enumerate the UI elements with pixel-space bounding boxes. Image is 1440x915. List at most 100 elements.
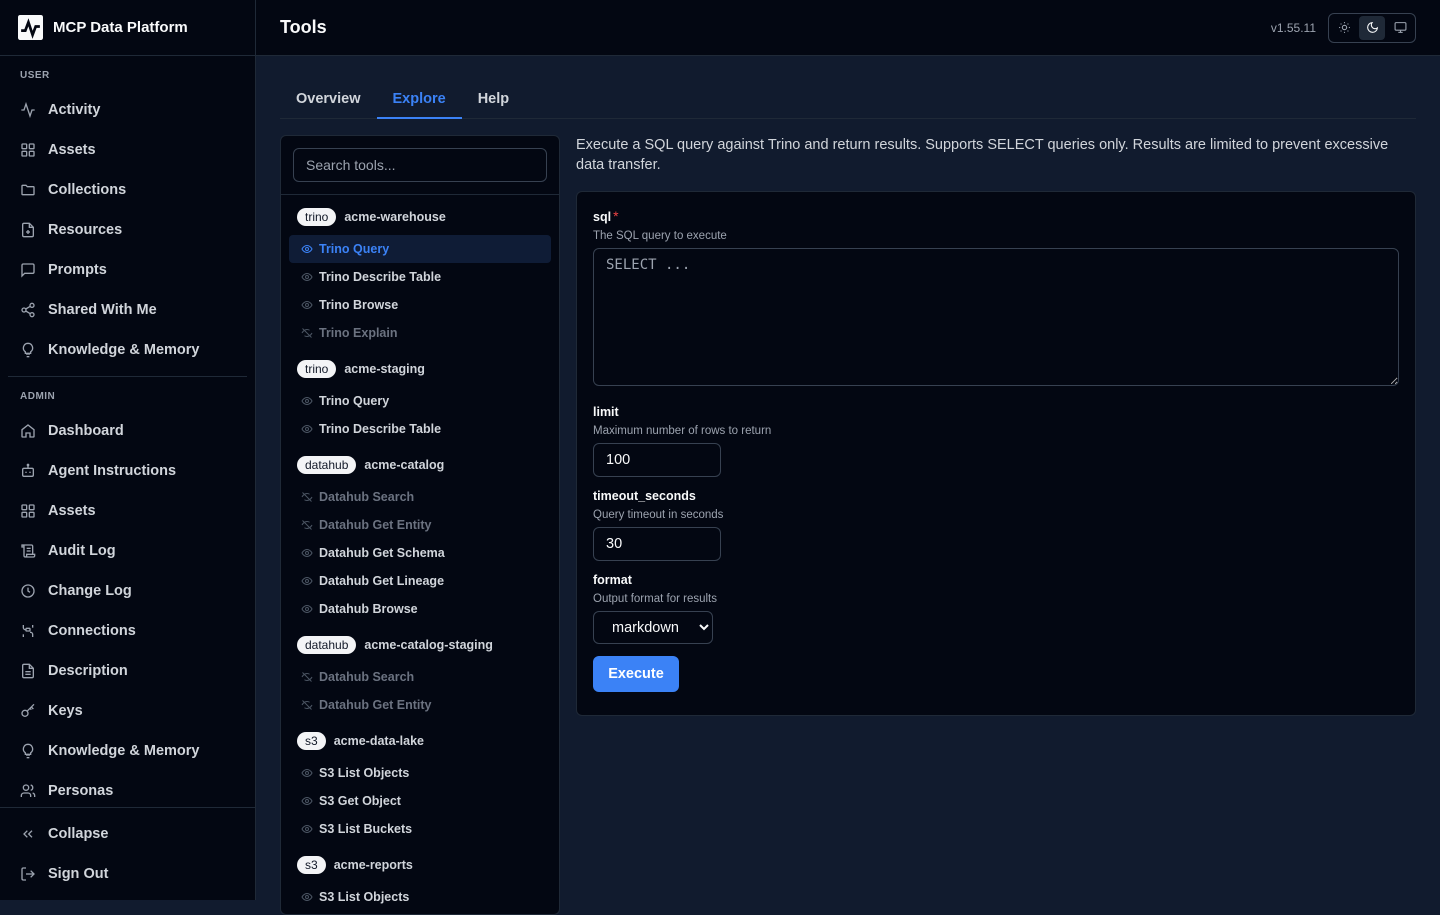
- sidebar-item-connections[interactable]: Connections: [0, 611, 255, 651]
- collapse-button[interactable]: Collapse: [0, 814, 255, 854]
- collapse-label: Collapse: [48, 826, 109, 842]
- sidebar-item-label: Description: [48, 663, 128, 679]
- timeout-label: timeout_seconds: [593, 489, 696, 503]
- sidebar-item-label: Knowledge & Memory: [48, 342, 200, 358]
- sidebar-item-collections[interactable]: Collections: [0, 170, 255, 210]
- message-icon: [21, 263, 35, 278]
- format-label: format: [593, 573, 632, 587]
- tool-item[interactable]: Trino Query: [289, 387, 551, 415]
- tool-item[interactable]: S3 Get Object: [289, 787, 551, 815]
- toolkit-name: acme-catalog-staging: [364, 638, 493, 652]
- sidebar-item-resources[interactable]: Resources: [0, 210, 255, 250]
- sidebar-item-label: Audit Log: [48, 543, 116, 559]
- tool-item[interactable]: S3 List Objects: [289, 883, 551, 911]
- toolkit-badge: trino: [297, 360, 337, 378]
- timeout-input[interactable]: [593, 527, 721, 561]
- sidebar-item-knowledge-memory[interactable]: Knowledge & Memory: [0, 330, 255, 370]
- tool-item-label: Trino Query: [319, 394, 390, 408]
- eye-off-icon: [301, 520, 313, 530]
- sidebar-item-agent-instructions[interactable]: Agent Instructions: [0, 451, 255, 491]
- sidebar-item-shared-with-me[interactable]: Shared With Me: [0, 290, 255, 330]
- tab-bar: Overview Explore Help: [280, 80, 1416, 119]
- sidebar-item-label: Agent Instructions: [48, 463, 177, 479]
- sidebar-item-description[interactable]: Description: [0, 651, 255, 691]
- sidebar-item-prompts[interactable]: Prompts: [0, 250, 255, 290]
- brand[interactable]: MCP Data Platform: [0, 0, 255, 56]
- sidebar-item-admin-knowledge-memory[interactable]: Knowledge & Memory: [0, 731, 255, 771]
- search-tools-input[interactable]: [293, 148, 547, 182]
- sidebar-item-label: Dashboard: [48, 423, 124, 439]
- tool-group-header: s3 acme-data-lake: [289, 723, 551, 759]
- limit-input[interactable]: [593, 443, 721, 477]
- tool-item[interactable]: Datahub Browse: [289, 595, 551, 623]
- tool-item[interactable]: S3 List Objects: [289, 759, 551, 787]
- toolkit-badge: datahub: [297, 636, 357, 654]
- clock-icon: [21, 584, 35, 598]
- tool-item-label: Datahub Search: [319, 670, 415, 684]
- tool-item[interactable]: Trino Describe Table: [289, 263, 551, 291]
- tool-item-label: S3 List Objects: [319, 766, 410, 780]
- chevrons-left-icon: [23, 830, 33, 838]
- sidebar-item-label: Resources: [48, 222, 123, 238]
- format-select[interactable]: markdown: [593, 611, 713, 644]
- lightbulb-icon: [22, 743, 34, 759]
- toolkit-badge: trino: [297, 208, 337, 226]
- sidebar-item-label: Keys: [48, 703, 83, 719]
- scroll-icon: [21, 544, 36, 558]
- tool-group-header: trino acme-staging: [289, 351, 551, 387]
- theme-light-button[interactable]: [1331, 16, 1357, 40]
- sign-out-label: Sign Out: [48, 866, 109, 882]
- theme-dark-button[interactable]: [1359, 15, 1385, 40]
- eye-icon: [301, 824, 313, 834]
- tool-item[interactable]: S3 Get Object: [289, 911, 551, 914]
- tab-overview[interactable]: Overview: [280, 80, 377, 118]
- tool-item-label: Trino Explain: [319, 326, 398, 340]
- tool-item[interactable]: Datahub Search: [289, 663, 551, 691]
- key-icon: [21, 703, 35, 717]
- sidebar-item-personas[interactable]: Personas: [0, 771, 255, 811]
- tool-item[interactable]: Datahub Get Lineage: [289, 567, 551, 595]
- tool-item[interactable]: Trino Query: [289, 235, 551, 263]
- format-help: Output format for results: [593, 593, 717, 605]
- user-section-label: USER: [20, 70, 50, 81]
- toolkit-name: acme-data-lake: [333, 734, 425, 748]
- search-wrapper: [281, 136, 559, 195]
- sidebar-item-label: Collections: [48, 182, 127, 198]
- sidebar: MCP Data Platform USER Activity Assets C…: [0, 0, 256, 900]
- tool-item[interactable]: Datahub Get Entity: [289, 511, 551, 539]
- tab-help[interactable]: Help: [462, 80, 525, 118]
- sidebar-item-dashboard[interactable]: Dashboard: [0, 411, 255, 451]
- tool-item-label: Trino Describe Table: [319, 270, 442, 284]
- required-marker: *: [613, 208, 619, 224]
- sidebar-item-assets[interactable]: Assets: [0, 130, 255, 170]
- tool-item[interactable]: Trino Browse: [289, 291, 551, 319]
- tool-item[interactable]: Trino Explain: [289, 319, 551, 347]
- tool-item[interactable]: S3 List Buckets: [289, 815, 551, 843]
- sidebar-item-admin-assets[interactable]: Assets: [0, 491, 255, 531]
- sign-out-button[interactable]: Sign Out: [0, 854, 255, 894]
- tool-item[interactable]: Datahub Get Entity: [289, 691, 551, 719]
- tool-item-label: Trino Describe Table: [319, 422, 442, 436]
- sidebar-item-change-log[interactable]: Change Log: [0, 571, 255, 611]
- sidebar-footer: Collapse Sign Out: [0, 807, 255, 900]
- execute-button[interactable]: Execute: [593, 656, 679, 692]
- sidebar-item-audit-log[interactable]: Audit Log: [0, 531, 255, 571]
- tool-item[interactable]: Datahub Search: [289, 483, 551, 511]
- sql-help: The SQL query to execute: [593, 230, 727, 242]
- toolkit-badge: s3: [297, 732, 326, 750]
- folder-icon: [21, 184, 35, 196]
- tool-item-label: Datahub Get Entity: [319, 698, 432, 712]
- sql-textarea[interactable]: [593, 248, 1399, 386]
- eye-icon: [301, 396, 313, 406]
- tool-description: Execute a SQL query against Trino and re…: [576, 137, 1389, 173]
- sidebar-item-keys[interactable]: Keys: [0, 691, 255, 731]
- eye-icon: [301, 768, 313, 778]
- theme-system-button[interactable]: [1387, 16, 1413, 40]
- eye-icon: [301, 424, 313, 434]
- tab-explore[interactable]: Explore: [376, 80, 462, 119]
- tool-item[interactable]: Trino Describe Table: [289, 415, 551, 443]
- tool-group-header: datahub acme-catalog-staging: [289, 627, 551, 663]
- moon-icon: [1366, 21, 1378, 33]
- tool-item[interactable]: Datahub Get Schema: [289, 539, 551, 567]
- sidebar-item-activity[interactable]: Activity: [0, 90, 255, 130]
